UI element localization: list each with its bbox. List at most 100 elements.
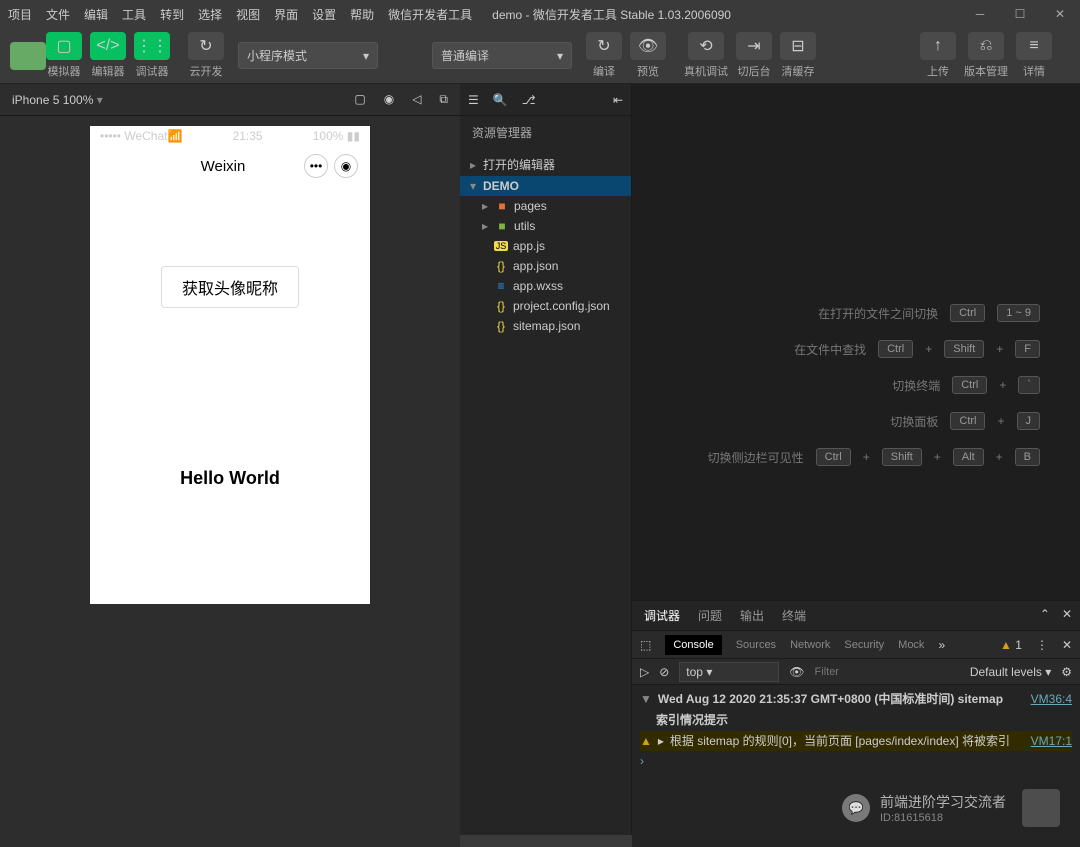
tab-problems[interactable]: 问题 bbox=[698, 607, 722, 624]
debugger-toggle[interactable]: ⋮⋮调试器 bbox=[134, 32, 170, 79]
inspect-icon[interactable]: ⬚ bbox=[640, 638, 651, 652]
popout-icon[interactable]: ⧉ bbox=[439, 92, 448, 107]
version-button[interactable]: ⎌版本管理 bbox=[964, 32, 1008, 79]
panel-close-icon[interactable]: ✕ bbox=[1062, 607, 1072, 621]
tab-terminal[interactable]: 终端 bbox=[782, 607, 806, 624]
tab-security[interactable]: Security bbox=[844, 639, 884, 651]
explorer-list-icon[interactable]: ☰ bbox=[468, 93, 479, 107]
devtools-menu-icon[interactable]: ⋮ bbox=[1036, 638, 1048, 652]
console-play-icon[interactable]: ▷ bbox=[640, 665, 649, 679]
details-button[interactable]: ≡详情 bbox=[1016, 32, 1052, 79]
file-sitemap-json[interactable]: {}sitemap.json bbox=[460, 316, 631, 336]
more-tabs-icon[interactable]: » bbox=[938, 638, 945, 652]
project-root[interactable]: ▾DEMO bbox=[460, 176, 631, 196]
tab-mock[interactable]: Mock bbox=[898, 639, 924, 651]
phone-content: 获取头像昵称 Hello World bbox=[90, 186, 370, 519]
resize-handle[interactable] bbox=[460, 835, 632, 847]
carrier-label: ••••• WeChat📶 bbox=[100, 129, 182, 143]
compile-button[interactable]: ↻编译 bbox=[586, 32, 622, 79]
watermark: 💬 前端进阶学习交流者 ID:81615618 bbox=[842, 789, 1060, 827]
menu-capsule-button[interactable]: ••• bbox=[304, 154, 328, 178]
menu-project[interactable]: 项目 bbox=[8, 6, 32, 23]
menu-edit[interactable]: 编辑 bbox=[84, 6, 108, 23]
devtools-close-icon[interactable]: ✕ bbox=[1062, 638, 1072, 652]
console-toolbar: ▷ ⊘ top ▾ 👁 Default levels ▾ ⚙ bbox=[632, 659, 1080, 685]
folder-utils[interactable]: ▸■utils bbox=[460, 216, 631, 236]
toolbar: ▢模拟器 </>编辑器 ⋮⋮调试器 ↻云开发 小程序模式▾ 普通编译▾ ↻编译 … bbox=[0, 28, 1080, 84]
main-menu: 项目 文件 编辑 工具 转到 选择 视图 界面 设置 帮助 微信开发者工具 bbox=[8, 6, 472, 23]
menu-goto[interactable]: 转到 bbox=[160, 6, 184, 23]
console-clear-icon[interactable]: ⊘ bbox=[659, 665, 669, 679]
log-location-link[interactable]: VM36:4 bbox=[1031, 691, 1072, 708]
console-log-1[interactable]: ▼ Wed Aug 12 2020 21:35:37 GMT+0800 (中国标… bbox=[640, 689, 1072, 710]
context-selector[interactable]: top ▾ bbox=[679, 662, 779, 682]
shortcut-hints: 在打开的文件之间切换Ctrl1 ~ 9 在文件中查找Ctrl+Shift+F 切… bbox=[708, 304, 1040, 484]
simulator-toggle[interactable]: ▢模拟器 bbox=[46, 32, 82, 79]
tab-sources[interactable]: Sources bbox=[736, 639, 776, 651]
panel-maximize-icon[interactable]: ⌃ bbox=[1040, 607, 1050, 621]
phone-navbar: Weixin ••• ◉ bbox=[90, 146, 370, 186]
file-app-json[interactable]: {}app.json bbox=[460, 256, 631, 276]
collapse-icon[interactable]: ⇤ bbox=[613, 93, 623, 107]
tab-network[interactable]: Network bbox=[790, 639, 830, 651]
hello-text: Hello World bbox=[110, 468, 350, 489]
time-label: 21:35 bbox=[233, 129, 263, 143]
file-project-config[interactable]: {}project.config.json bbox=[460, 296, 631, 316]
menu-interface[interactable]: 界面 bbox=[274, 6, 298, 23]
device-selector[interactable]: iPhone 5 100% ▾ bbox=[12, 93, 103, 107]
tab-output[interactable]: 输出 bbox=[740, 607, 764, 624]
window-controls: ─ ☐ ✕ bbox=[960, 0, 1080, 28]
clear-cache-button[interactable]: ⊟清缓存 bbox=[780, 32, 816, 79]
menu-file[interactable]: 文件 bbox=[46, 6, 70, 23]
maximize-button[interactable]: ☐ bbox=[1000, 0, 1040, 28]
editor-toggle[interactable]: </>编辑器 bbox=[90, 32, 126, 79]
explorer-panel: ☰ 🔍 ⎇ ⇤ 资源管理器 ▸打开的编辑器 ▾DEMO ▸■pages ▸■ut… bbox=[460, 84, 632, 847]
console-warn-1[interactable]: ▲▸ 根据 sitemap 的规则[0]，当前页面 [pages/index/i… bbox=[640, 731, 1072, 752]
close-button[interactable]: ✕ bbox=[1040, 0, 1080, 28]
menu-help[interactable]: 帮助 bbox=[350, 6, 374, 23]
device-icon[interactable]: ▢ bbox=[354, 92, 365, 107]
wechat-icon: 💬 bbox=[842, 794, 870, 822]
minimize-button[interactable]: ─ bbox=[960, 0, 1000, 28]
search-icon[interactable]: 🔍 bbox=[493, 93, 508, 107]
tab-debugger[interactable]: 调试器 bbox=[644, 607, 680, 624]
console-settings-icon[interactable]: ⚙ bbox=[1061, 665, 1072, 679]
phone-simulator: ••••• WeChat📶 21:35 100% ▮▮ Weixin ••• ◉… bbox=[90, 126, 370, 604]
get-avatar-button[interactable]: 获取头像昵称 bbox=[161, 266, 299, 308]
log-location-link[interactable]: VM17:1 bbox=[1031, 733, 1072, 750]
file-app-wxss[interactable]: ≡app.wxss bbox=[460, 276, 631, 296]
eye-icon[interactable]: 👁 bbox=[789, 665, 804, 679]
tab-console[interactable]: Console bbox=[665, 635, 721, 655]
cloud-dev-button[interactable]: ↻云开发 bbox=[188, 32, 224, 79]
explorer-toolbar: ☰ 🔍 ⎇ ⇤ bbox=[460, 84, 631, 116]
file-app-js[interactable]: JSapp.js bbox=[460, 236, 631, 256]
explorer-title: 资源管理器 bbox=[460, 116, 631, 149]
upload-button[interactable]: ↑上传 bbox=[920, 32, 956, 79]
console-body: ▼ Wed Aug 12 2020 21:35:37 GMT+0800 (中国标… bbox=[632, 685, 1080, 776]
preview-button[interactable]: 👁预览 bbox=[630, 32, 666, 79]
debug-tabs: 调试器 问题 输出 终端 ⌃ ✕ bbox=[632, 601, 1080, 631]
branch-icon[interactable]: ⎇ bbox=[522, 93, 536, 107]
page-title: Weixin bbox=[142, 158, 304, 175]
menu-select[interactable]: 选择 bbox=[198, 6, 222, 23]
close-capsule-button[interactable]: ◉ bbox=[334, 154, 358, 178]
mute-icon[interactable]: ◁ bbox=[412, 92, 421, 107]
record-icon[interactable]: ◉ bbox=[384, 92, 394, 107]
folder-pages[interactable]: ▸■pages bbox=[460, 196, 631, 216]
menu-wechat-devtools[interactable]: 微信开发者工具 bbox=[388, 6, 472, 23]
levels-dropdown[interactable]: Default levels ▾ bbox=[970, 665, 1051, 679]
menu-tools[interactable]: 工具 bbox=[122, 6, 146, 23]
filter-input[interactable] bbox=[815, 666, 960, 678]
simulator-header: iPhone 5 100% ▾ ▢ ◉ ◁ ⧉ bbox=[0, 84, 460, 116]
compile-dropdown[interactable]: 普通编译▾ bbox=[432, 42, 572, 69]
backstage-button[interactable]: ⇥切后台 bbox=[736, 32, 772, 79]
watermark-title: 前端进阶学习交流者 bbox=[880, 792, 1006, 812]
avatar-button[interactable] bbox=[10, 42, 46, 70]
mode-dropdown[interactable]: 小程序模式▾ bbox=[238, 42, 378, 69]
real-debug-button[interactable]: ⟲真机调试 bbox=[684, 32, 728, 79]
open-editors-section[interactable]: ▸打开的编辑器 bbox=[460, 153, 631, 176]
menu-settings[interactable]: 设置 bbox=[312, 6, 336, 23]
warnings-badge[interactable]: ▲ 1 bbox=[1000, 638, 1022, 652]
battery-label: 100% ▮▮ bbox=[313, 129, 360, 143]
menu-view[interactable]: 视图 bbox=[236, 6, 260, 23]
